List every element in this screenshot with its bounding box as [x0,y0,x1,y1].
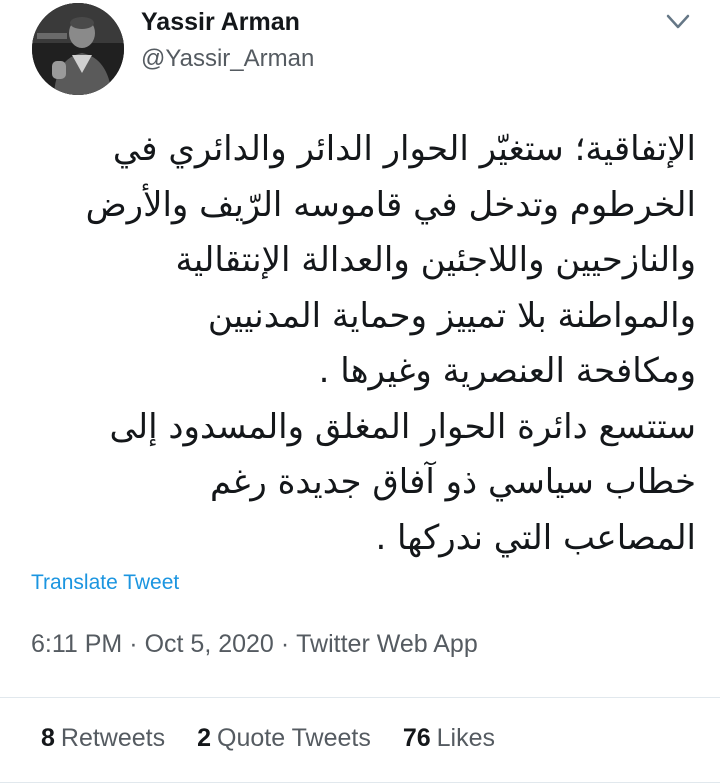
tweet-time[interactable]: 6:11 PM [31,630,122,658]
tweet-line: المصاعب التي ندركها . [375,517,696,558]
tweet-date[interactable]: Oct 5, 2020 [145,630,274,658]
tweet-source[interactable]: Twitter Web App [296,630,478,658]
user-handle[interactable]: @Yassir_Arman [141,45,314,73]
tweet-text: الإتفاقية؛ ستغيّر الحوار الدائر والدائري… [24,122,696,566]
tweet-line: والمواطنة بلا تمييز وحماية المدنيين [207,295,696,336]
likes-label: Likes [436,724,496,752]
tweet-stats: 8 Retweets 2 Quote Tweets 76 Likes [41,724,527,753]
quote-tweets-stat[interactable]: 2 Quote Tweets [197,724,371,753]
retweets-label: Retweets [60,724,166,752]
tweet-line: الإتفاقية؛ ستغيّر الحوار الدائر والدائري… [112,129,696,169]
separator: · [129,630,138,658]
likes-count: 76 [402,724,431,752]
quote-tweets-count: 2 [197,724,212,752]
divider [0,697,720,698]
retweets-count: 8 [41,724,55,752]
tweet-metadata: 6:11 PM · Oct 5, 2020 · Twitter Web App [31,630,478,659]
tweet-line: والنازحيين واللاجئين والعدالة الإنتقالية [175,240,696,280]
tweet-header: Yassir Arman @Yassir_Arman [29,0,699,100]
separator: · [280,630,290,658]
display-name[interactable]: Yassir Arman [141,8,300,37]
tweet-line: ستتسع دائرة الحوار المغلق والمسدود إلى [109,406,696,447]
avatar-photo [32,3,124,95]
translate-tweet-link[interactable]: Translate Tweet [31,571,179,595]
tweet-line: ومكافحة العنصرية وغيرها . [318,351,696,391]
avatar[interactable] [32,3,124,95]
likes-stat[interactable]: 76 Likes [403,724,495,753]
tweet-line: الخرطوم وتدخل في قاموسه الرّيف والأرض [85,184,696,225]
tweet-line: خطاب سياسي ذو آفاق جديدة رغم [209,462,696,502]
quote-tweets-label: Quote Tweets [217,724,371,752]
chevron-down-icon[interactable] [663,10,693,34]
retweets-stat[interactable]: 8 Retweets [41,724,165,753]
